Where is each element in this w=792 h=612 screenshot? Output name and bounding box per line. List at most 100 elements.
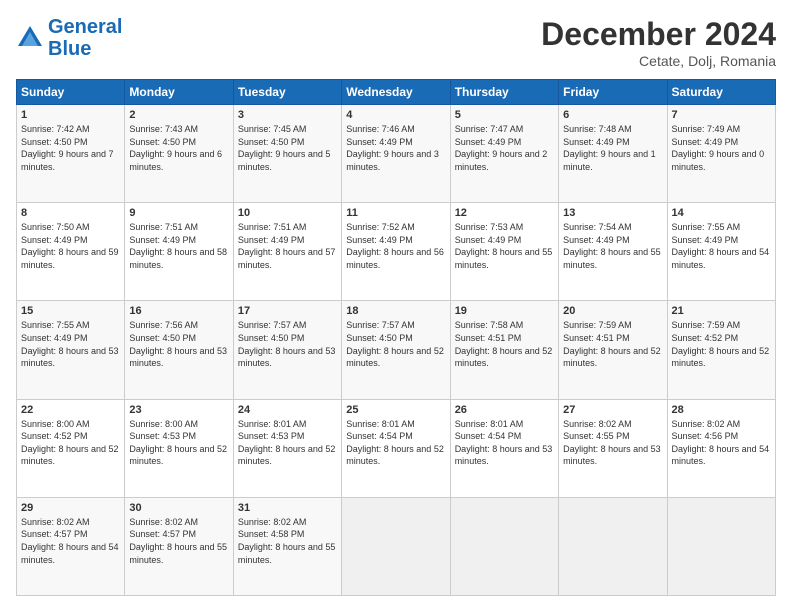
cell-info: Sunrise: 7:58 AM Sunset: 4:51 PM Dayligh… bbox=[455, 319, 554, 369]
daylight-text: Daylight: 8 hours and 55 minutes. bbox=[563, 247, 661, 270]
daylight-text: Daylight: 8 hours and 52 minutes. bbox=[563, 346, 661, 369]
col-tuesday: Tuesday bbox=[233, 80, 341, 105]
logo-text: General Blue bbox=[48, 16, 122, 60]
sunrise-text: Sunrise: 7:50 AM bbox=[21, 222, 90, 232]
sunset-text: Sunset: 4:49 PM bbox=[21, 333, 88, 343]
table-row: 16 Sunrise: 7:56 AM Sunset: 4:50 PM Dayl… bbox=[125, 301, 233, 399]
sunset-text: Sunset: 4:49 PM bbox=[129, 235, 196, 245]
cell-info: Sunrise: 7:42 AM Sunset: 4:50 PM Dayligh… bbox=[21, 123, 120, 173]
table-row: 12 Sunrise: 7:53 AM Sunset: 4:49 PM Dayl… bbox=[450, 203, 558, 301]
daylight-text: Daylight: 9 hours and 1 minute. bbox=[563, 149, 656, 172]
cell-info: Sunrise: 7:45 AM Sunset: 4:50 PM Dayligh… bbox=[238, 123, 337, 173]
cell-info: Sunrise: 8:02 AM Sunset: 4:55 PM Dayligh… bbox=[563, 418, 662, 468]
sunset-text: Sunset: 4:54 PM bbox=[346, 431, 413, 441]
title-area: December 2024 Cetate, Dolj, Romania bbox=[541, 16, 776, 69]
day-number: 18 bbox=[346, 305, 445, 317]
table-row bbox=[667, 497, 775, 595]
table-row: 25 Sunrise: 8:01 AM Sunset: 4:54 PM Dayl… bbox=[342, 399, 450, 497]
cell-info: Sunrise: 8:01 AM Sunset: 4:54 PM Dayligh… bbox=[346, 418, 445, 468]
day-number: 27 bbox=[563, 404, 662, 416]
cell-info: Sunrise: 8:02 AM Sunset: 4:58 PM Dayligh… bbox=[238, 516, 337, 566]
logo-line2: Blue bbox=[48, 38, 91, 60]
day-number: 30 bbox=[129, 502, 228, 514]
daylight-text: Daylight: 9 hours and 3 minutes. bbox=[346, 149, 439, 172]
sunrise-text: Sunrise: 7:51 AM bbox=[238, 222, 307, 232]
sunset-text: Sunset: 4:50 PM bbox=[238, 137, 305, 147]
cell-info: Sunrise: 8:01 AM Sunset: 4:54 PM Dayligh… bbox=[455, 418, 554, 468]
page: General Blue December 2024 Cetate, Dolj,… bbox=[0, 0, 792, 612]
sunset-text: Sunset: 4:53 PM bbox=[129, 431, 196, 441]
sunset-text: Sunset: 4:50 PM bbox=[238, 333, 305, 343]
day-number: 29 bbox=[21, 502, 120, 514]
day-number: 31 bbox=[238, 502, 337, 514]
table-row: 23 Sunrise: 8:00 AM Sunset: 4:53 PM Dayl… bbox=[125, 399, 233, 497]
table-row: 3 Sunrise: 7:45 AM Sunset: 4:50 PM Dayli… bbox=[233, 105, 341, 203]
day-number: 11 bbox=[346, 207, 445, 219]
daylight-text: Daylight: 8 hours and 54 minutes. bbox=[672, 444, 770, 467]
sunset-text: Sunset: 4:50 PM bbox=[129, 333, 196, 343]
day-number: 19 bbox=[455, 305, 554, 317]
cell-info: Sunrise: 7:59 AM Sunset: 4:52 PM Dayligh… bbox=[672, 319, 771, 369]
sunrise-text: Sunrise: 7:43 AM bbox=[129, 124, 198, 134]
cell-info: Sunrise: 7:43 AM Sunset: 4:50 PM Dayligh… bbox=[129, 123, 228, 173]
sunrise-text: Sunrise: 7:55 AM bbox=[672, 222, 741, 232]
day-number: 21 bbox=[672, 305, 771, 317]
sunrise-text: Sunrise: 7:42 AM bbox=[21, 124, 90, 134]
daylight-text: Daylight: 8 hours and 59 minutes. bbox=[21, 247, 119, 270]
logo-line1: General bbox=[48, 16, 122, 38]
sunset-text: Sunset: 4:49 PM bbox=[563, 137, 630, 147]
daylight-text: Daylight: 8 hours and 54 minutes. bbox=[672, 247, 770, 270]
day-number: 8 bbox=[21, 207, 120, 219]
sunrise-text: Sunrise: 7:56 AM bbox=[129, 320, 198, 330]
sunrise-text: Sunrise: 7:59 AM bbox=[672, 320, 741, 330]
daylight-text: Daylight: 8 hours and 52 minutes. bbox=[346, 346, 444, 369]
sunset-text: Sunset: 4:49 PM bbox=[346, 235, 413, 245]
col-friday: Friday bbox=[559, 80, 667, 105]
sunset-text: Sunset: 4:52 PM bbox=[672, 333, 739, 343]
day-number: 1 bbox=[21, 109, 120, 121]
sunset-text: Sunset: 4:51 PM bbox=[563, 333, 630, 343]
day-number: 28 bbox=[672, 404, 771, 416]
sunrise-text: Sunrise: 8:01 AM bbox=[346, 419, 415, 429]
table-row: 24 Sunrise: 8:01 AM Sunset: 4:53 PM Dayl… bbox=[233, 399, 341, 497]
sunrise-text: Sunrise: 8:02 AM bbox=[238, 517, 307, 527]
cell-info: Sunrise: 7:50 AM Sunset: 4:49 PM Dayligh… bbox=[21, 221, 120, 271]
sunrise-text: Sunrise: 8:00 AM bbox=[129, 419, 198, 429]
table-row: 9 Sunrise: 7:51 AM Sunset: 4:49 PM Dayli… bbox=[125, 203, 233, 301]
day-number: 6 bbox=[563, 109, 662, 121]
calendar-week-row: 8 Sunrise: 7:50 AM Sunset: 4:49 PM Dayli… bbox=[17, 203, 776, 301]
sunrise-text: Sunrise: 7:57 AM bbox=[346, 320, 415, 330]
cell-info: Sunrise: 7:49 AM Sunset: 4:49 PM Dayligh… bbox=[672, 123, 771, 173]
calendar-week-row: 1 Sunrise: 7:42 AM Sunset: 4:50 PM Dayli… bbox=[17, 105, 776, 203]
sunset-text: Sunset: 4:49 PM bbox=[455, 137, 522, 147]
daylight-text: Daylight: 8 hours and 53 minutes. bbox=[455, 444, 553, 467]
sunrise-text: Sunrise: 7:52 AM bbox=[346, 222, 415, 232]
cell-info: Sunrise: 7:53 AM Sunset: 4:49 PM Dayligh… bbox=[455, 221, 554, 271]
sunrise-text: Sunrise: 7:46 AM bbox=[346, 124, 415, 134]
day-number: 4 bbox=[346, 109, 445, 121]
day-number: 2 bbox=[129, 109, 228, 121]
calendar-week-row: 22 Sunrise: 8:00 AM Sunset: 4:52 PM Dayl… bbox=[17, 399, 776, 497]
cell-info: Sunrise: 8:02 AM Sunset: 4:57 PM Dayligh… bbox=[129, 516, 228, 566]
sunrise-text: Sunrise: 8:02 AM bbox=[563, 419, 632, 429]
sunset-text: Sunset: 4:49 PM bbox=[455, 235, 522, 245]
table-row: 4 Sunrise: 7:46 AM Sunset: 4:49 PM Dayli… bbox=[342, 105, 450, 203]
daylight-text: Daylight: 8 hours and 52 minutes. bbox=[21, 444, 119, 467]
sunset-text: Sunset: 4:50 PM bbox=[21, 137, 88, 147]
daylight-text: Daylight: 9 hours and 6 minutes. bbox=[129, 149, 222, 172]
calendar-week-row: 29 Sunrise: 8:02 AM Sunset: 4:57 PM Dayl… bbox=[17, 497, 776, 595]
daylight-text: Daylight: 8 hours and 53 minutes. bbox=[21, 346, 119, 369]
cell-info: Sunrise: 7:54 AM Sunset: 4:49 PM Dayligh… bbox=[563, 221, 662, 271]
table-row bbox=[342, 497, 450, 595]
day-number: 3 bbox=[238, 109, 337, 121]
day-number: 9 bbox=[129, 207, 228, 219]
calendar-table: Sunday Monday Tuesday Wednesday Thursday… bbox=[16, 79, 776, 596]
cell-info: Sunrise: 7:59 AM Sunset: 4:51 PM Dayligh… bbox=[563, 319, 662, 369]
table-row: 31 Sunrise: 8:02 AM Sunset: 4:58 PM Dayl… bbox=[233, 497, 341, 595]
cell-info: Sunrise: 7:47 AM Sunset: 4:49 PM Dayligh… bbox=[455, 123, 554, 173]
table-row: 30 Sunrise: 8:02 AM Sunset: 4:57 PM Dayl… bbox=[125, 497, 233, 595]
day-number: 12 bbox=[455, 207, 554, 219]
daylight-text: Daylight: 8 hours and 52 minutes. bbox=[129, 444, 227, 467]
cell-info: Sunrise: 8:02 AM Sunset: 4:56 PM Dayligh… bbox=[672, 418, 771, 468]
day-number: 5 bbox=[455, 109, 554, 121]
